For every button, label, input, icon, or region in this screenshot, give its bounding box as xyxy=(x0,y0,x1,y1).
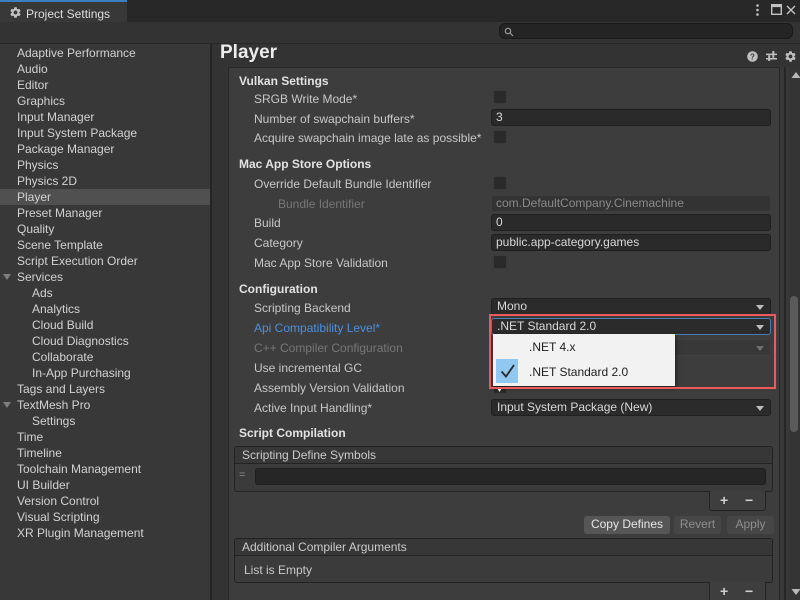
svg-text:?: ? xyxy=(750,52,755,61)
